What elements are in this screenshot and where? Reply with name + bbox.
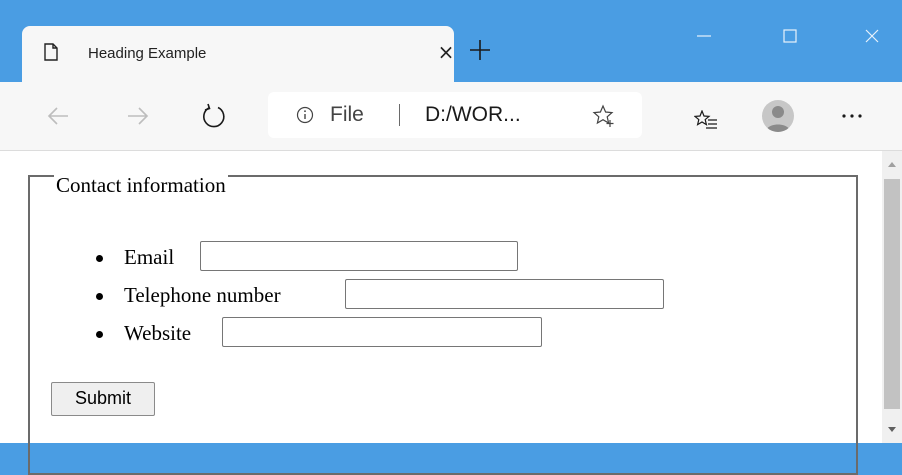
avatar-person-icon bbox=[766, 106, 790, 132]
submit-button[interactable]: Submit bbox=[51, 382, 155, 416]
email-field[interactable] bbox=[200, 241, 518, 271]
browser-tab[interactable]: Heading Example × bbox=[22, 26, 454, 82]
info-icon[interactable] bbox=[296, 106, 314, 124]
website-label: Website bbox=[124, 321, 192, 345]
profile-avatar-icon[interactable] bbox=[762, 100, 794, 132]
address-scheme-label: File bbox=[330, 103, 364, 126]
tab-title: Heading Example bbox=[88, 45, 207, 62]
page-icon bbox=[44, 43, 58, 61]
email-label: Email bbox=[124, 245, 175, 269]
bullet bbox=[96, 293, 103, 300]
window-close-icon[interactable] bbox=[858, 22, 886, 50]
address-bar[interactable]: File D:/WOR... bbox=[268, 92, 642, 138]
address-url[interactable]: D:/WOR... bbox=[425, 103, 521, 127]
add-favorite-star-icon[interactable] bbox=[592, 104, 616, 128]
tab-close-icon[interactable]: × bbox=[434, 40, 458, 64]
scroll-up-icon[interactable] bbox=[886, 159, 898, 169]
new-tab-icon[interactable] bbox=[466, 36, 494, 64]
favorites-list-icon[interactable] bbox=[694, 110, 718, 130]
fieldset-legend: Contact information bbox=[54, 171, 228, 199]
telephone-label: Telephone number bbox=[124, 283, 281, 307]
bullet bbox=[96, 331, 103, 338]
browser-titlebar: Heading Example × bbox=[0, 0, 902, 82]
telephone-field[interactable] bbox=[345, 279, 664, 309]
minimize-icon[interactable] bbox=[690, 22, 718, 50]
page-viewport: Contact information Email Telephone numb… bbox=[0, 151, 882, 475]
back-arrow-icon[interactable] bbox=[44, 102, 72, 130]
more-options-icon[interactable] bbox=[838, 104, 866, 128]
refresh-icon[interactable] bbox=[200, 102, 228, 130]
browser-toolbar: File D:/WOR... bbox=[0, 82, 902, 151]
bullet bbox=[96, 255, 103, 262]
maximize-icon[interactable] bbox=[776, 22, 804, 50]
address-divider bbox=[399, 104, 400, 126]
vertical-scrollbar[interactable] bbox=[882, 151, 902, 443]
website-field[interactable] bbox=[222, 317, 542, 347]
scrollbar-thumb[interactable] bbox=[884, 179, 900, 409]
forward-arrow-icon[interactable] bbox=[124, 102, 152, 130]
scroll-down-icon[interactable] bbox=[886, 425, 898, 435]
